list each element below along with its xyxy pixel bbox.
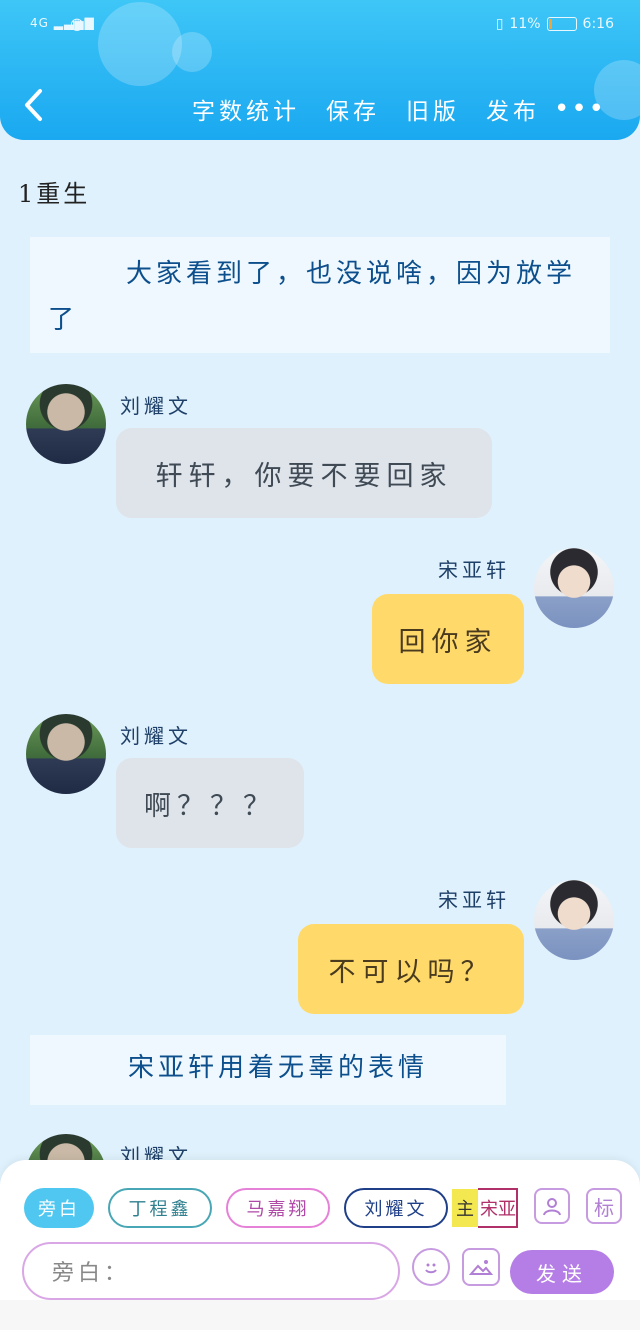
message-bubble[interactable]: 不可以吗？	[298, 924, 524, 1014]
network-label: 4G	[30, 16, 49, 30]
speaker-name: 刘耀文	[120, 394, 192, 418]
avatar[interactable]	[26, 1134, 106, 1160]
status-bar: 4G ▂▃▅▇ ◍ ▯ 11% 6:16	[30, 14, 614, 44]
avatar[interactable]	[534, 548, 614, 628]
tag-button[interactable]: 标	[586, 1188, 622, 1224]
top-bar: 4G ▂▃▅▇ ◍ ▯ 11% 6:16 字数统计 保存 旧版 发布 •••	[0, 0, 640, 140]
role-chip[interactable]: 刘耀文	[344, 1188, 448, 1228]
image-icon[interactable]	[462, 1248, 500, 1286]
vibrate-icon: ▯	[495, 16, 504, 32]
narration-block[interactable]: 大家看到了，也没说啥，因为放学了	[30, 237, 610, 353]
battery-icon	[546, 17, 577, 31]
signal-icon: 4G ▂▃▅▇	[30, 16, 95, 30]
header-actions: 字数统计 保存 旧版 发布	[192, 92, 540, 126]
role-chip-narrator[interactable]: 旁白	[24, 1188, 94, 1228]
composer-panel: 旁白 丁程鑫 马嘉翔 刘耀文 主 宋亚 标 旁白： 发送	[0, 1160, 640, 1300]
publish-button[interactable]: 发布	[486, 92, 540, 126]
system-nav-area	[0, 1300, 640, 1330]
send-button[interactable]: 发送	[510, 1250, 614, 1294]
message-bubble[interactable]: 回你家	[372, 594, 524, 684]
avatar[interactable]	[26, 714, 106, 794]
globe-icon: ◍	[70, 14, 84, 33]
clock: 6:16	[582, 16, 614, 32]
avatar[interactable]	[26, 384, 106, 464]
speaker-name: 宋亚轩	[438, 888, 510, 912]
person-icon[interactable]	[534, 1188, 570, 1224]
battery-percent: 11%	[509, 16, 541, 32]
narration-text: 大家看到了，也没说啥，因为放学了	[48, 259, 577, 335]
smile-icon[interactable]	[412, 1248, 450, 1286]
back-button[interactable]	[22, 88, 52, 128]
story-content[interactable]: 1重生 大家看到了，也没说啥，因为放学了 刘耀文 轩轩，你要不要回家 宋亚轩 回…	[0, 140, 640, 1160]
chapter-title: 1重生	[18, 180, 91, 208]
speaker-name: 宋亚轩	[438, 558, 510, 582]
main-role-name: 宋亚	[478, 1188, 518, 1228]
narration-text: 宋亚轩用着无辜的表情	[128, 1053, 429, 1083]
status-right: ▯ 11% 6:16	[496, 16, 614, 32]
message-bubble[interactable]: 啊？？？	[116, 758, 304, 848]
chevron-left-icon	[25, 89, 42, 121]
avatar[interactable]	[534, 880, 614, 960]
main-role-chip[interactable]: 主 宋亚	[452, 1188, 518, 1228]
more-dots-icon[interactable]: •••	[554, 94, 606, 124]
narration-block[interactable]: 宋亚轩用着无辜的表情	[30, 1035, 506, 1105]
old-version-button[interactable]: 旧版	[406, 92, 460, 126]
speaker-name: 刘耀文	[120, 724, 192, 748]
narration-input[interactable]: 旁白：	[22, 1242, 400, 1300]
role-chip[interactable]: 马嘉翔	[226, 1188, 330, 1228]
save-button[interactable]: 保存	[326, 92, 380, 126]
main-tag: 主	[452, 1189, 478, 1227]
word-count-button[interactable]: 字数统计	[192, 92, 300, 126]
speaker-name: 刘耀文	[120, 1144, 192, 1160]
message-bubble[interactable]: 轩轩，你要不要回家	[116, 428, 492, 518]
role-chip[interactable]: 丁程鑫	[108, 1188, 212, 1228]
